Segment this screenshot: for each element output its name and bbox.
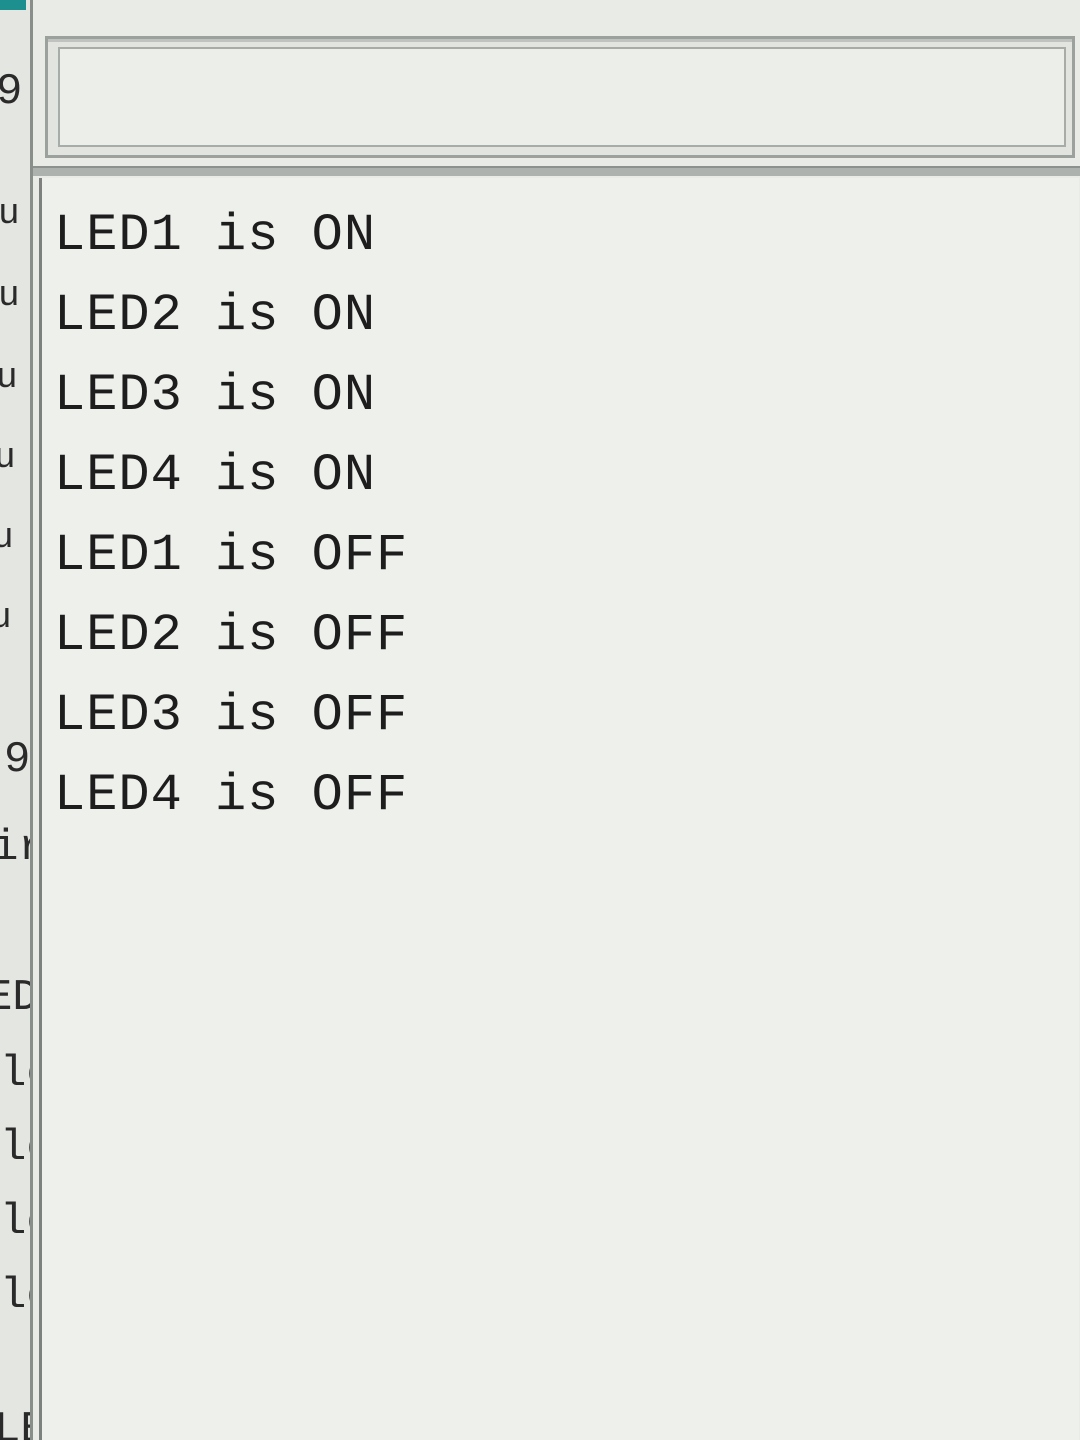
- output-line: LED3 is ON: [54, 366, 377, 425]
- editor-fragment: 9: [0, 67, 23, 117]
- output-line: LED1 is ON: [54, 206, 377, 265]
- serial-output-list: LED1 is ON LED2 is ON LED3 is ON LED4 is…: [42, 178, 1079, 836]
- output-line: LED3 is OFF: [54, 686, 409, 745]
- editor-fragment: u: [0, 597, 12, 638]
- editor-accent-bar: [0, 0, 26, 10]
- editor-fragment: 9: [4, 735, 31, 785]
- serial-send-input[interactable]: [58, 47, 1066, 147]
- output-line: LED1 is OFF: [54, 526, 409, 585]
- editor-fragment: u: [0, 437, 16, 478]
- editor-fragment: u: [0, 275, 20, 316]
- serial-monitor-window: LED1 is ON LED2 is ON LED3 is ON LED4 is…: [30, 0, 1080, 1440]
- editor-fragment: u: [0, 517, 14, 558]
- output-line: LED2 is OFF: [54, 606, 409, 665]
- send-bar: [45, 36, 1075, 158]
- editor-fragment: u: [0, 193, 20, 234]
- output-line: LED4 is OFF: [54, 766, 409, 825]
- pane-divider[interactable]: [33, 166, 1080, 176]
- serial-output-area[interactable]: LED1 is ON LED2 is ON LED3 is ON LED4 is…: [39, 178, 1079, 1440]
- editor-fragment: u: [0, 357, 18, 398]
- screen: 9 u u u u u u 9 ir ED le le le le LED LE…: [0, 0, 1080, 1440]
- output-line: LED2 is ON: [54, 286, 377, 345]
- output-line: LED4 is ON: [54, 446, 377, 505]
